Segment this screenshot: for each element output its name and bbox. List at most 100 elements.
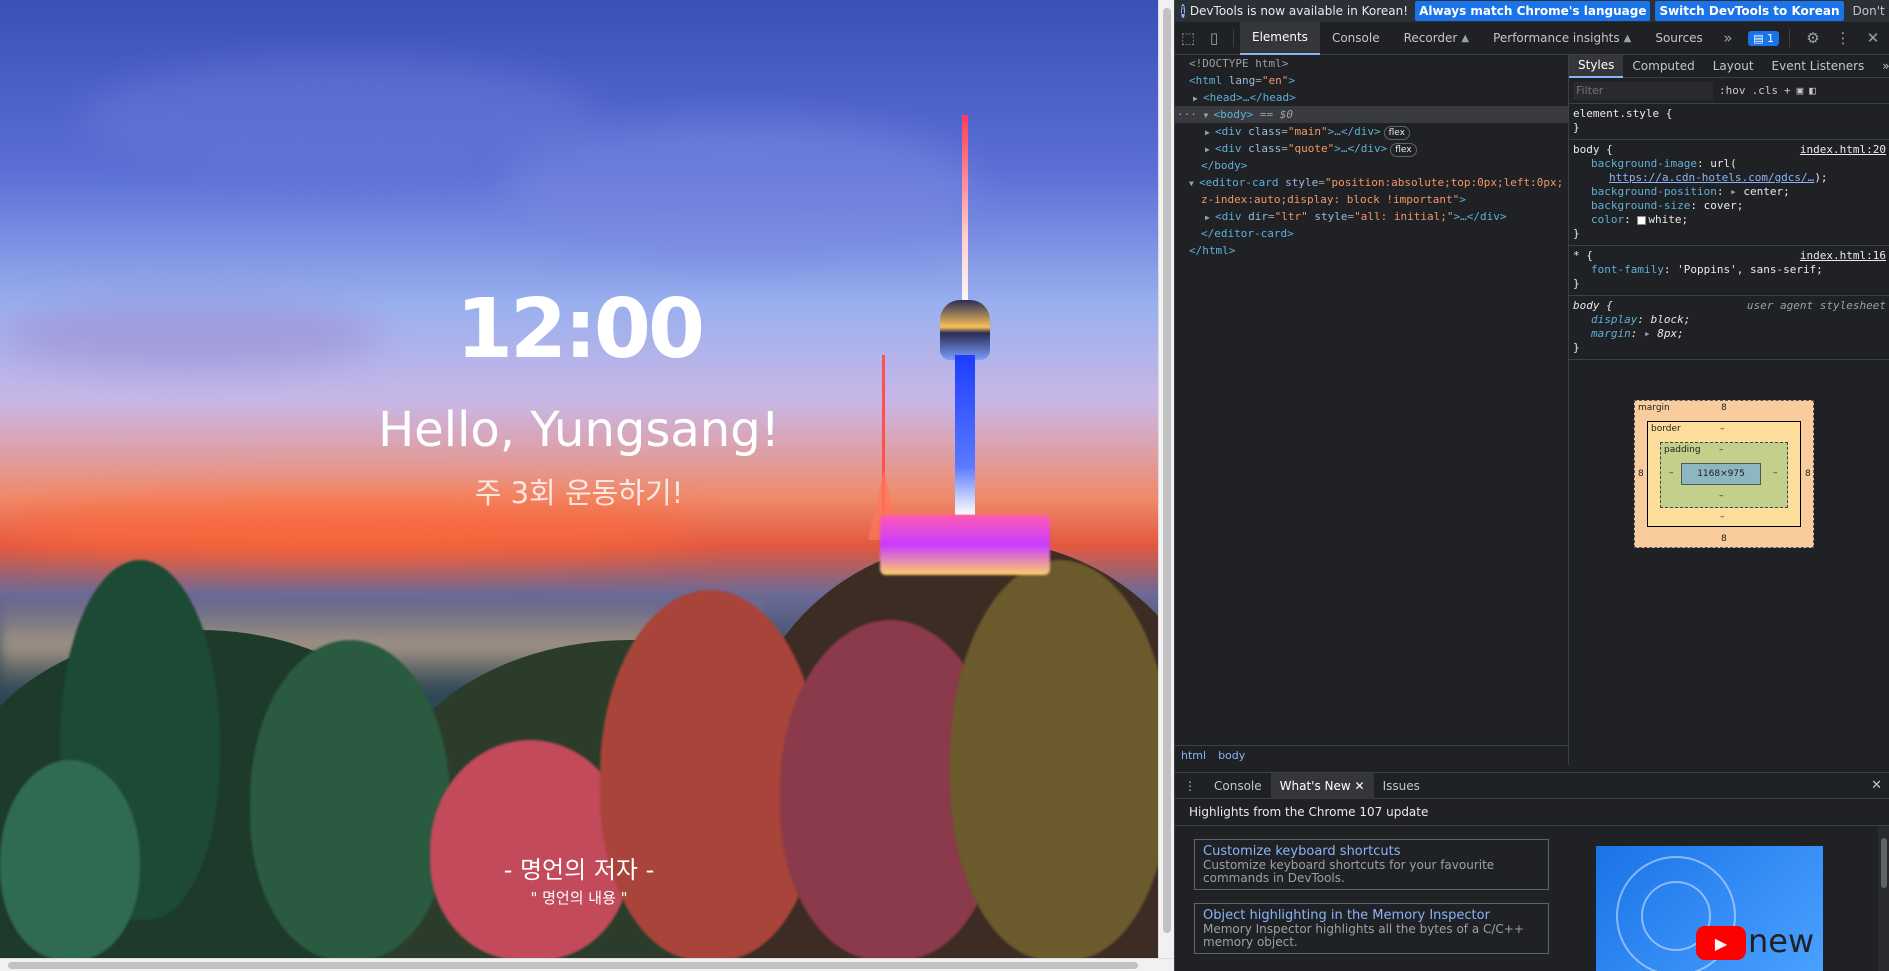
dom-node[interactable]: z-index:auto;display: block !important"> (1175, 191, 1568, 208)
tab-computed[interactable]: Computed (1623, 55, 1703, 78)
dont-show-again-button[interactable]: Don't show again (1849, 1, 1889, 21)
drawer-tab-console[interactable]: Console (1205, 773, 1271, 799)
expand-triangle-icon[interactable]: ▶ (1205, 209, 1215, 226)
rule-selector[interactable]: body { (1573, 143, 1613, 156)
sidebar-toggle-icon[interactable]: ◧ (1809, 84, 1816, 97)
device-toolbar-icon[interactable]: ▯ (1201, 22, 1227, 55)
dom-node-selected[interactable]: ··· ▼ <body> == $0 (1175, 106, 1568, 123)
console-ref: == $0 (1259, 108, 1293, 121)
whats-new-video-thumbnail[interactable]: ▶ new (1596, 846, 1823, 971)
prop-value: center; (1743, 185, 1790, 198)
css-property[interactable]: margin: ▸ 8px; (1573, 327, 1886, 341)
dom-node[interactable]: ▼ <editor-card style="position:absolute;t… (1175, 174, 1568, 191)
color-swatch-icon[interactable] (1637, 215, 1647, 225)
breadcrumb-html[interactable]: html (1181, 749, 1206, 762)
css-property[interactable]: display: block; (1573, 313, 1886, 327)
padding-left-value[interactable]: – (1669, 468, 1674, 478)
paint-icon[interactable]: ▣ (1797, 84, 1804, 97)
css-property[interactable]: background-position: ▸ center; (1573, 185, 1886, 199)
margin-top-value[interactable]: 8 (1721, 403, 1727, 413)
margin-right-value[interactable]: 8 (1805, 469, 1811, 479)
rule-selector[interactable]: body { (1573, 299, 1613, 312)
dom-node[interactable]: </body> (1175, 157, 1568, 174)
add-rule-icon[interactable]: + (1784, 84, 1791, 97)
close-drawer-icon[interactable]: ✕ (1871, 778, 1889, 793)
greeting: Hello, Yungsang! (378, 402, 780, 458)
flex-badge[interactable]: flex (1390, 143, 1417, 157)
expand-triangle-icon[interactable]: ▸ (1644, 327, 1651, 340)
whats-new-card[interactable]: Customize keyboard shortcuts Customize k… (1194, 839, 1549, 890)
css-property[interactable]: background-size: cover; (1573, 199, 1886, 213)
ellipsis-icon[interactable]: ··· (1177, 108, 1204, 121)
match-language-button[interactable]: Always match Chrome's language (1415, 1, 1651, 21)
flex-badge[interactable]: flex (1383, 126, 1410, 140)
drawer-scrollbar[interactable] (1878, 826, 1889, 971)
drawer-tab-whats-new[interactable]: What's New ✕ (1270, 772, 1374, 799)
dom-node[interactable]: </html> (1175, 242, 1568, 259)
dom-node[interactable]: ▶ <head>…</head> (1175, 89, 1568, 106)
border-top-value[interactable]: – (1720, 424, 1725, 434)
inspect-element-icon[interactable]: ⬚ (1175, 22, 1201, 55)
breadcrumb-body[interactable]: body (1218, 749, 1245, 762)
tab-sources[interactable]: Sources (1643, 22, 1714, 55)
dom-node[interactable]: ▶ <div class="quote">…</div> flex (1175, 140, 1568, 157)
rule-source-link[interactable]: index.html:20 (1800, 143, 1886, 157)
expand-triangle-icon[interactable]: ▸ (1730, 185, 1737, 198)
expand-triangle-icon[interactable]: ▶ (1205, 124, 1215, 141)
switch-korean-button[interactable]: Switch DevTools to Korean (1655, 1, 1844, 21)
rule-selector[interactable]: * { (1573, 249, 1593, 262)
card-title[interactable]: Object highlighting in the Memory Inspec… (1203, 908, 1540, 923)
padding-bottom-value[interactable]: – (1719, 491, 1724, 501)
page-scrollbar-horizontal[interactable] (0, 958, 1174, 971)
url-link[interactable]: https://a.cdn-hotels.com/gdcs/… (1609, 171, 1814, 184)
drawer-tab-issues[interactable]: Issues (1374, 773, 1429, 799)
dom-node[interactable]: ▶ <div dir="ltr" style="all: initial;">…<… (1175, 208, 1568, 225)
css-property-cont[interactable]: https://a.cdn-hotels.com/gdcs/…); (1573, 171, 1886, 185)
tab-elements[interactable]: Elements (1240, 21, 1320, 55)
scrollbar-thumb[interactable] (1163, 8, 1171, 933)
tab-layout[interactable]: Layout (1704, 55, 1763, 78)
box-model-content-size[interactable]: 1168×975 (1681, 463, 1761, 485)
tab-styles[interactable]: Styles (1569, 55, 1624, 78)
styles-filter-input[interactable] (1573, 81, 1713, 100)
dom-node[interactable]: </editor-card> (1175, 225, 1568, 242)
css-property[interactable]: font-family: 'Poppins', sans-serif; (1573, 263, 1886, 277)
css-property[interactable]: background-image: url( (1573, 157, 1886, 171)
collapse-triangle-icon[interactable]: ▼ (1189, 175, 1199, 192)
class-toggle[interactable]: .cls (1752, 84, 1779, 97)
expand-triangle-icon[interactable]: ▶ (1193, 90, 1203, 107)
youtube-play-icon[interactable]: ▶ (1696, 926, 1746, 960)
collapse-triangle-icon[interactable]: ▼ (1204, 107, 1214, 124)
hover-state-toggle[interactable]: :hov (1719, 84, 1746, 97)
padding-top-value[interactable]: – (1719, 445, 1724, 455)
dom-node[interactable]: <!DOCTYPE html> (1175, 55, 1568, 72)
issues-badge[interactable]: ▤ 1 (1748, 30, 1779, 46)
scrollbar-thumb[interactable] (1881, 838, 1887, 888)
drawer-menu-icon[interactable]: ⋮ (1175, 773, 1205, 799)
page-scrollbar-vertical[interactable] (1158, 0, 1174, 958)
margin-left-value[interactable]: 8 (1638, 469, 1644, 479)
padding-right-value[interactable]: – (1773, 468, 1778, 478)
kebab-menu-icon[interactable]: ⋮ (1830, 22, 1856, 55)
more-tabs-icon[interactable]: » (1873, 55, 1889, 78)
dom-node[interactable]: ▶ <div class="main">…</div> flex (1175, 123, 1568, 140)
tab-performance-insights[interactable]: Performance insights ▲ (1481, 22, 1643, 55)
tab-console[interactable]: Console (1320, 22, 1392, 55)
css-property[interactable]: color: white; (1573, 213, 1886, 227)
whats-new-card[interactable]: Object highlighting in the Memory Inspec… (1194, 903, 1549, 954)
card-title[interactable]: Customize keyboard shortcuts (1203, 844, 1540, 859)
border-bottom-value[interactable]: – (1720, 512, 1725, 522)
tab-recorder[interactable]: Recorder ▲ (1392, 22, 1481, 55)
expand-triangle-icon[interactable]: ▶ (1205, 141, 1215, 158)
rule-selector[interactable]: element.style { (1573, 107, 1886, 121)
close-tab-icon[interactable]: ✕ (1355, 779, 1365, 793)
more-tabs-icon[interactable]: » (1715, 22, 1741, 55)
rule-source-link[interactable]: index.html:16 (1800, 249, 1886, 263)
dom-node[interactable]: <html lang="en"> (1175, 72, 1568, 89)
settings-gear-icon[interactable]: ⚙ (1800, 22, 1826, 55)
close-devtools-icon[interactable]: ✕ (1860, 22, 1886, 55)
attr-name: class (1248, 125, 1282, 138)
tab-event-listeners[interactable]: Event Listeners (1763, 55, 1874, 78)
scrollbar-thumb[interactable] (8, 962, 1138, 969)
margin-bottom-value[interactable]: 8 (1721, 534, 1727, 544)
